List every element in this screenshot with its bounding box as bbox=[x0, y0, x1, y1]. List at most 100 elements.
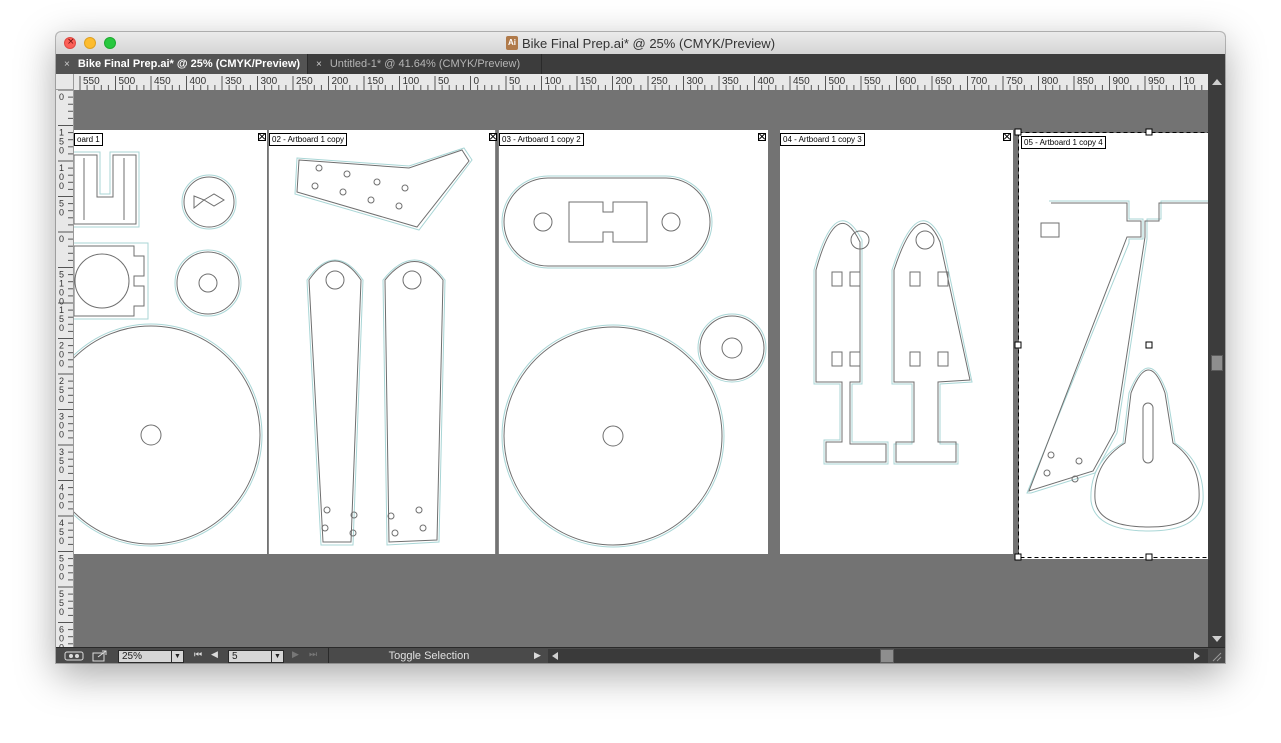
status-menu[interactable]: Toggle Selection bbox=[328, 648, 529, 663]
vertical-scroll-thumb[interactable] bbox=[1211, 355, 1223, 371]
selection-handle[interactable] bbox=[1145, 553, 1153, 561]
close-tab-icon[interactable]: × bbox=[64, 59, 70, 70]
artboard-2-parts bbox=[294, 147, 473, 546]
ruler-tick-label: 900 bbox=[1113, 76, 1130, 87]
ruler-tick-label: 150 bbox=[580, 76, 597, 87]
selection-handle[interactable] bbox=[1145, 128, 1153, 136]
close-tab-icon[interactable]: × bbox=[316, 59, 322, 70]
ruler-tick-label: 10 bbox=[1184, 76, 1196, 87]
ruler-tick-label: 750 bbox=[1006, 76, 1023, 87]
share-icon[interactable] bbox=[92, 648, 108, 663]
previous-artboard-icon[interactable]: ◀ bbox=[211, 649, 218, 660]
vertical-scrollbar[interactable] bbox=[1208, 74, 1225, 647]
vertical-ruler[interactable]: 0150100500510015020025030035040045050055… bbox=[56, 90, 74, 647]
horizontal-ruler-ticks: 550 500 450 400 350 300 250 200 150 100 50 0 50 100 15… bbox=[79, 76, 1210, 90]
artboard-5-selected[interactable]: 05 - Artboard 1 copy 4 bbox=[1014, 128, 1208, 561]
share-export-icon bbox=[92, 650, 107, 662]
ruler-tick-label: 700 bbox=[971, 76, 988, 87]
tab-label: Untitled-1* @ 41.64% (CMYK/Preview) bbox=[329, 58, 521, 70]
ruler-tick-label: 150 bbox=[367, 76, 384, 87]
ruler-tick-label: 0 bbox=[59, 572, 64, 582]
artboard-4[interactable]: 04 - Artboard 1 copy 3 bbox=[780, 130, 1013, 554]
ruler-tick-label: 0 bbox=[59, 607, 64, 617]
zoom-dropdown-icon[interactable]: ▼ bbox=[171, 650, 184, 663]
ruler-tick-label: 450 bbox=[793, 76, 810, 87]
ruler-tick-label: 50 bbox=[509, 76, 521, 87]
artboard-1-parts bbox=[74, 151, 263, 547]
next-artboard-icon[interactable]: ▶ bbox=[292, 649, 299, 660]
horizontal-scroll-thumb[interactable] bbox=[880, 649, 894, 663]
artboard-number-field[interactable]: 5 bbox=[228, 650, 272, 663]
ruler-tick-label: 0 bbox=[59, 234, 64, 244]
ruler-tick-label: 0 bbox=[59, 394, 64, 404]
ruler-tick-label: 0 bbox=[59, 323, 64, 333]
horizontal-scrollbar[interactable] bbox=[548, 649, 1208, 663]
selection-handle[interactable] bbox=[1014, 553, 1022, 561]
selection-handle[interactable] bbox=[1014, 128, 1022, 136]
ruler-tick-label: 400 bbox=[190, 76, 207, 87]
scroll-left-icon[interactable] bbox=[552, 652, 558, 660]
artboard-3-parts bbox=[501, 175, 767, 548]
ruler-tick-label: 600 bbox=[900, 76, 917, 87]
horizontal-ruler[interactable]: 550 500 450 400 350 300 250 200 150 100 50 0 50 100 15… bbox=[74, 74, 1210, 91]
ruler-tick-label: 550 bbox=[83, 76, 100, 87]
title-bar: × Ai Bike Final Prep.ai* @ 25% (CMYK/Pre… bbox=[56, 32, 1225, 55]
artboard-3[interactable]: 03 - Artboard 1 copy 2 bbox=[498, 130, 768, 554]
scroll-down-icon[interactable] bbox=[1212, 636, 1222, 642]
ruler-tick-label: 400 bbox=[758, 76, 775, 87]
last-artboard-icon[interactable]: ⏭ bbox=[309, 649, 317, 660]
ruler-tick-label: 950 bbox=[1148, 76, 1165, 87]
artboard-dropdown-icon[interactable]: ▼ bbox=[271, 650, 284, 663]
ruler-tick-label: 650 bbox=[935, 76, 952, 87]
artboard-canvas[interactable]: oard 1 02 - Artboard 1 copy 03 - Artboar… bbox=[74, 90, 1208, 647]
scroll-right-icon[interactable] bbox=[1194, 652, 1200, 660]
artboard-4-parts bbox=[813, 220, 973, 465]
vertical-ruler-ticks: 0150100500510015020025030035040045050055… bbox=[58, 90, 73, 647]
first-artboard-icon[interactable]: ⏮ bbox=[194, 649, 202, 660]
ruler-tick-label: 100 bbox=[403, 76, 420, 87]
ruler-tick-label: 300 bbox=[261, 76, 278, 87]
ruler-tick-label: 350 bbox=[225, 76, 242, 87]
ruler-tick-label: 0 bbox=[59, 208, 64, 218]
tab-label: Bike Final Prep.ai* @ 25% (CMYK/Preview) bbox=[77, 58, 301, 70]
artboard-2[interactable]: 02 - Artboard 1 copy bbox=[268, 130, 497, 554]
ruler-tick-label: 850 bbox=[1077, 76, 1094, 87]
window-title: Ai Bike Final Prep.ai* @ 25% (CMYK/Previ… bbox=[56, 32, 1225, 54]
window-title-text: Bike Final Prep.ai* @ 25% (CMYK/Preview) bbox=[521, 35, 776, 51]
ruler-tick-label: 200 bbox=[616, 76, 633, 87]
gpu-icon bbox=[64, 651, 84, 661]
resize-grip-icon[interactable] bbox=[1210, 650, 1222, 662]
status-menu-arrow-icon[interactable]: ▶ bbox=[534, 650, 541, 661]
ruler-tick-label: 250 bbox=[651, 76, 668, 87]
ruler-origin-corner[interactable] bbox=[56, 74, 74, 90]
gpu-preview-icon[interactable] bbox=[64, 648, 84, 663]
scroll-up-icon[interactable] bbox=[1212, 79, 1222, 85]
ruler-tick-label: 0 bbox=[59, 181, 64, 191]
ruler-tick-label: 450 bbox=[154, 76, 171, 87]
artboard-1[interactable]: oard 1 bbox=[74, 130, 267, 554]
ruler-tick-label: 100 bbox=[545, 76, 562, 87]
ruler-tick-label: 300 bbox=[687, 76, 704, 87]
ruler-tick-label: 350 bbox=[722, 76, 739, 87]
ruler-tick-label: 0 bbox=[59, 430, 64, 440]
ruler-tick-label: 0 bbox=[59, 359, 64, 369]
selection-handle[interactable] bbox=[1145, 341, 1153, 349]
ruler-tick-label: 0 bbox=[474, 76, 480, 87]
document-icon: Ai bbox=[505, 36, 518, 50]
ruler-tick-label: 800 bbox=[1042, 76, 1059, 87]
ruler-tick-label: 0 bbox=[59, 501, 64, 511]
ruler-tick-label: 50 bbox=[438, 76, 450, 87]
ruler-tick-label: 250 bbox=[296, 76, 313, 87]
illustrator-window: × Ai Bike Final Prep.ai* @ 25% (CMYK/Pre… bbox=[56, 32, 1225, 663]
ruler-tick-label: 200 bbox=[332, 76, 349, 87]
ruler-tick-label: 500 bbox=[829, 76, 846, 87]
ruler-tick-label: 550 bbox=[864, 76, 881, 87]
tab-untitled-1[interactable]: × Untitled-1* @ 41.64% (CMYK/Preview) bbox=[308, 54, 542, 74]
selection-bounding-box[interactable] bbox=[1014, 128, 1208, 561]
status-bar: 25% ▼ ⏮ ◀ 5 ▼ ▶ ⏭ Toggle Selection ▶ bbox=[56, 647, 1225, 663]
selection-handle[interactable] bbox=[1014, 341, 1022, 349]
zoom-level-field[interactable]: 25% bbox=[118, 650, 172, 663]
tab-bike-final-prep[interactable]: × Bike Final Prep.ai* @ 25% (CMYK/Previe… bbox=[56, 54, 308, 74]
document-tab-bar: × Bike Final Prep.ai* @ 25% (CMYK/Previe… bbox=[56, 54, 1225, 75]
status-text: Toggle Selection bbox=[388, 650, 470, 662]
